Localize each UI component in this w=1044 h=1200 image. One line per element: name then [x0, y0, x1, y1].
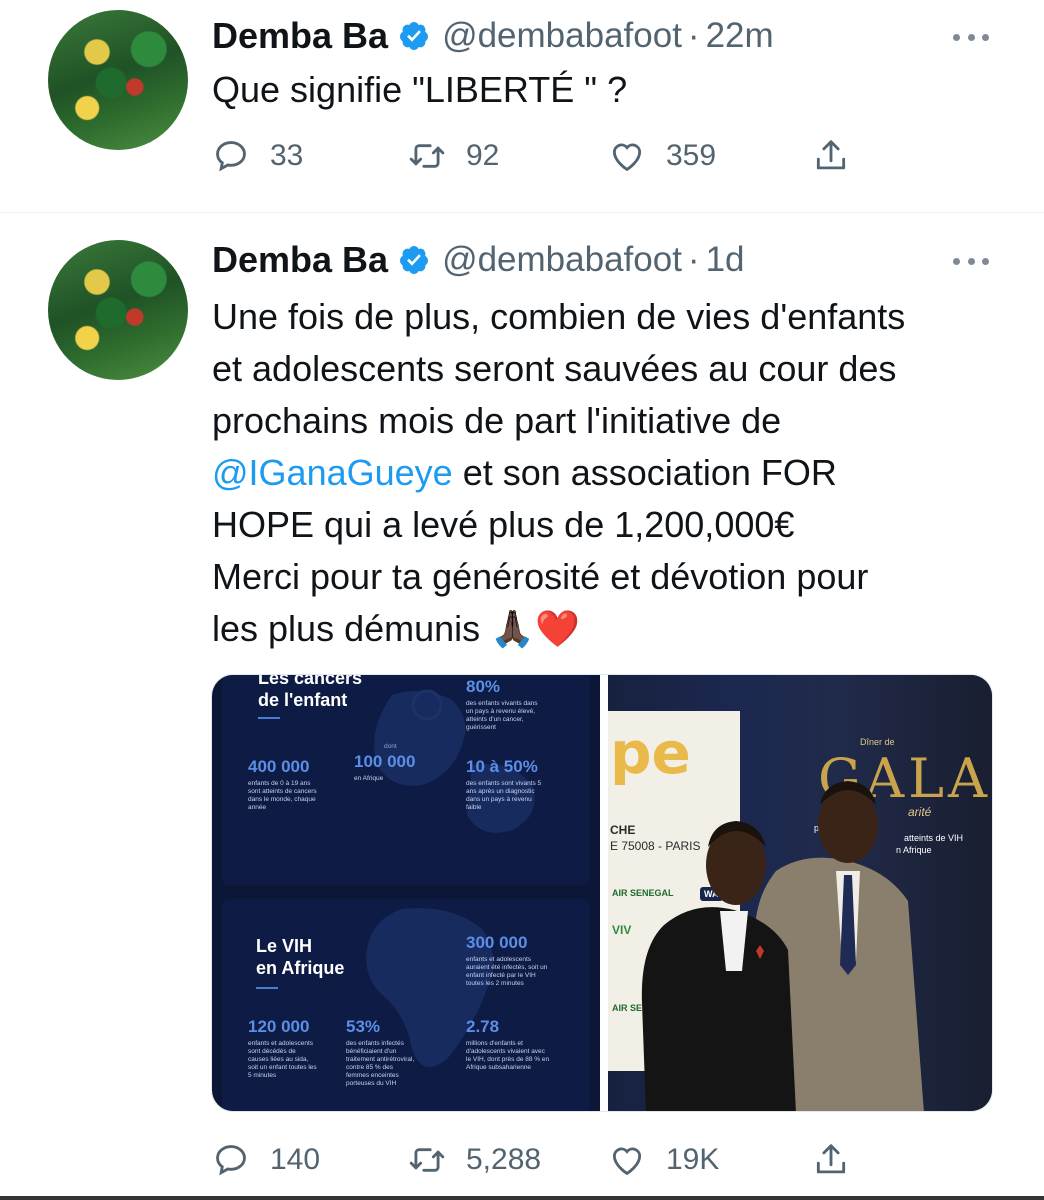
stat-block: 300 000 enfants et adolescents auraient …	[466, 933, 576, 988]
author-handle[interactable]: @dembabafoot	[442, 240, 682, 280]
more-options-icon[interactable]	[953, 31, 989, 43]
stat-number: 400 000	[248, 757, 310, 776]
stat-description: des enfants infectés bénéficiaient d'un …	[346, 1040, 415, 1087]
tweet-header: Demba Ba @dembabafoot · 1d	[212, 238, 745, 282]
tweet-media-grid[interactable]: Les cancers de l'enfant 80% des enfants …	[211, 674, 993, 1112]
like-button[interactable]: 19K	[608, 1138, 719, 1182]
retweet-icon	[409, 144, 445, 168]
bottom-divider	[0, 1196, 1044, 1200]
stat-number: 10 à 50%	[466, 757, 538, 776]
stat-number: 53%	[346, 1017, 381, 1036]
avatar[interactable]	[48, 10, 188, 150]
tweet-1[interactable]: Demba Ba @dembabafoot · 22m Que signifie…	[0, 0, 1044, 212]
like-button[interactable]: 359	[608, 134, 716, 178]
reply-button[interactable]: 33	[212, 134, 303, 178]
author-handle[interactable]: @dembabafoot	[442, 16, 682, 56]
verified-badge-icon	[400, 246, 429, 274]
avatar[interactable]	[48, 240, 188, 380]
infographic-title: Le VIH en Afrique	[256, 935, 344, 979]
stat-block: 53% des enfants infectés bénéficiaient d…	[346, 1017, 456, 1088]
stat-number: 120 000	[248, 1017, 310, 1036]
tweet-text-line: Une fois de plus, combien de vies d'enfa…	[212, 296, 906, 337]
stat-block: 400 000 enfants de 0 à 19 ans sont attei…	[248, 757, 358, 812]
tweet-text: Que signifie "LIBERTÉ " ?	[212, 69, 628, 110]
retweet-icon	[409, 1148, 445, 1172]
tweet-text-line: HOPE qui a levé plus de 1,200,000€	[212, 504, 795, 545]
media-image-photo[interactable]: pe CHE E 75008 - PARIS AIR SENEGAL VIV A…	[608, 675, 992, 1111]
mention-link[interactable]: @IGanaGueye	[212, 452, 453, 493]
verified-badge-icon	[400, 22, 429, 50]
infographic-cancer: Les cancers de l'enfant 80% des enfants …	[222, 675, 590, 885]
infographic-title: Les cancers de l'enfant	[258, 675, 362, 711]
stat-description: enfants et adolescents auraient été infe…	[466, 956, 548, 987]
media-image-infographic[interactable]: Les cancers de l'enfant 80% des enfants …	[212, 675, 600, 1111]
people-figures	[641, 781, 924, 1111]
stat-block: 2.78 millions d'enfants et d'adolescents…	[466, 1017, 576, 1072]
infographic-title-line: en Afrique	[256, 958, 345, 978]
infographic-title-line: Les cancers	[258, 675, 363, 688]
tweet-text-line: prochains mois de part l'initiative de	[212, 400, 782, 441]
title-underline	[256, 987, 278, 989]
retweet-count: 92	[466, 139, 500, 172]
stat-number: 80%	[466, 677, 501, 696]
more-options-icon[interactable]	[953, 255, 989, 267]
timestamp[interactable]: 1d	[706, 240, 745, 280]
share-icon	[816, 140, 846, 170]
stat-number: 300 000	[466, 933, 528, 952]
tweet-text-line: et adolescents seront sauvées au cour de…	[212, 348, 897, 389]
stat-block: 80% des enfants vivants dans un pays à r…	[466, 677, 576, 732]
author-name[interactable]: Demba Ba	[212, 15, 388, 57]
infographic-title-line: de l'enfant	[258, 690, 348, 710]
stat-description: enfants de 0 à 19 ans sont atteints de c…	[248, 780, 317, 811]
reply-button[interactable]: 140	[212, 1138, 320, 1182]
tweet-text-line: @IGanaGueye et son association FOR	[212, 447, 1012, 499]
reply-count: 33	[270, 139, 304, 172]
stat-description: enfants et adolescents sont décédés de c…	[248, 1040, 317, 1079]
reply-count: 140	[270, 1143, 321, 1176]
stat-block: 10 à 50% des enfants sont vivants 5 ans …	[466, 757, 576, 812]
retweet-count: 5,288	[466, 1143, 542, 1176]
stat-description: millions d'enfants et d'adolescents viva…	[466, 1040, 550, 1071]
infographic-hiv: Le VIH en Afrique 300 000 enfants et ado…	[222, 899, 590, 1111]
share-icon	[816, 1144, 846, 1174]
tweet-text-line: les plus démunis 🙏🏿❤️	[212, 603, 1012, 656]
separator-dot: ·	[687, 16, 700, 55]
infographic-title-line: Le VIH	[256, 936, 313, 956]
stat-block: dont 100 000 en Afrique	[354, 743, 464, 783]
stat-description: des enfants sont vivants 5 ans après un …	[466, 780, 542, 811]
heart-icon	[612, 143, 642, 172]
like-count: 19K	[666, 1143, 720, 1176]
stat-description: en Afrique	[354, 775, 384, 782]
heart-icon	[612, 1147, 642, 1176]
timestamp[interactable]: 22m	[706, 16, 774, 56]
tweet-text-line: Merci pour ta générosité et dévotion pou…	[212, 556, 869, 597]
separator-dot: ·	[687, 240, 700, 279]
like-count: 359	[666, 139, 717, 172]
retweet-button[interactable]: 5,288	[408, 1138, 541, 1182]
tweet-text-segment: et son association FOR	[452, 452, 837, 493]
tweet-text-segment: les plus démunis	[212, 608, 481, 649]
share-button[interactable]	[812, 1138, 850, 1182]
stat-prefix: dont	[384, 743, 397, 750]
tweet-text: Une fois de plus, combien de vies d'enfa…	[212, 291, 1012, 656]
stat-number: 100 000	[354, 752, 416, 771]
tweet-header: Demba Ba @dembabafoot · 22m	[212, 14, 774, 58]
emoji: 🙏🏿❤️	[490, 609, 580, 650]
tweet-actions: 140 5,288 19K	[212, 1138, 862, 1182]
stat-block: 120 000 enfants et adolescents sont décé…	[248, 1017, 358, 1080]
stat-number: 2.78	[466, 1017, 500, 1036]
share-button[interactable]	[812, 134, 850, 178]
retweet-button[interactable]: 92	[408, 134, 499, 178]
title-underline	[258, 717, 280, 719]
author-name[interactable]: Demba Ba	[212, 239, 388, 281]
stat-description: des enfants vivants dans un pays à reven…	[466, 700, 538, 731]
reply-icon	[216, 141, 246, 172]
tweet-actions: 33 92 359	[212, 134, 862, 178]
reply-icon	[216, 1145, 246, 1176]
